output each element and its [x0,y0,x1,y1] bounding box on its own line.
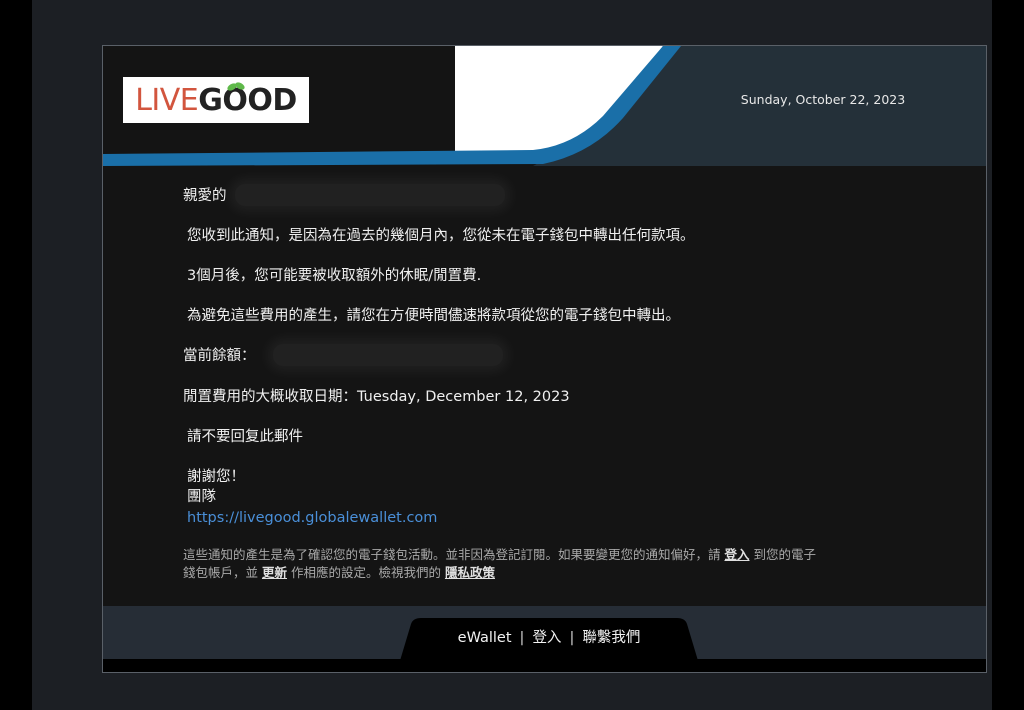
logo-live-text: LIVE [135,82,199,118]
bottom-strip [103,659,986,672]
footer-note: 這些通知的產生是為了確認您的電子錢包活動。並非因為登記訂閱。如果要變更您的通知偏… [183,546,943,582]
logo-good-text: GOOD [198,82,297,118]
note-login-link[interactable]: 登入 [724,547,749,562]
note-text-3: 錢包帳戶，並 [183,565,262,580]
fee-date: 閒置費用的大概收取日期：Tuesday, December 12, 2023 [183,389,570,405]
email-header: LIVE GOOD Sunday, October 22, 2023 [103,46,986,166]
footer-links: eWallet | 登入 | 聯繫我們 [399,626,699,650]
note-text-1: 這些通知的產生是為了確認您的電子錢包活動。並非因為登記訂閱。如果要變更您的通知偏… [183,547,725,562]
footer-contact-link[interactable]: 聯繫我們 [582,630,640,646]
paragraph-3: 為避免這些費用的產生，請您在方便時間儘速將款項從您的電子錢包中轉出。 [187,308,680,324]
footer-separator: | [519,630,525,646]
greeting: 親愛的 [183,188,227,204]
footer-login-link[interactable]: 登入 [532,630,561,646]
thanks: 謝謝您！ [187,469,245,485]
window-frame: LIVE GOOD Sunday, October 22, 2023 親愛的 您收… [32,0,992,710]
paragraph-1: 您收到此通知，是因為在過去的幾個月內，您從未在電子錢包中轉出任何款項。 [187,228,695,244]
note-update-link[interactable]: 更新 [262,565,287,580]
privacy-policy-link[interactable]: 隱私政策 [445,565,495,580]
footer-ewallet-link[interactable]: eWallet [458,630,512,646]
redacted-balance [273,344,503,366]
email-date: Sunday, October 22, 2023 [740,92,906,107]
redacted-name [235,184,505,206]
no-reply-notice: 請不要回复此郵件 [187,429,303,445]
paragraph-2: 3個月後，您可能要被收取額外的休眠/閒置費. [187,268,482,284]
leaf-icon [227,82,245,91]
footer-separator: | [569,630,575,646]
wallet-link[interactable]: https://livegood.globalewallet.com [187,508,437,528]
note-text-4: 作相應的設定。檢視我們的 [287,565,445,580]
team: 團隊 [187,489,216,505]
note-text-2: 到您的電子 [749,547,816,562]
livegood-logo: LIVE GOOD [123,77,309,123]
balance-label: 當前餘額： [183,348,256,364]
email-body: LIVE GOOD Sunday, October 22, 2023 親愛的 您收… [102,45,987,673]
